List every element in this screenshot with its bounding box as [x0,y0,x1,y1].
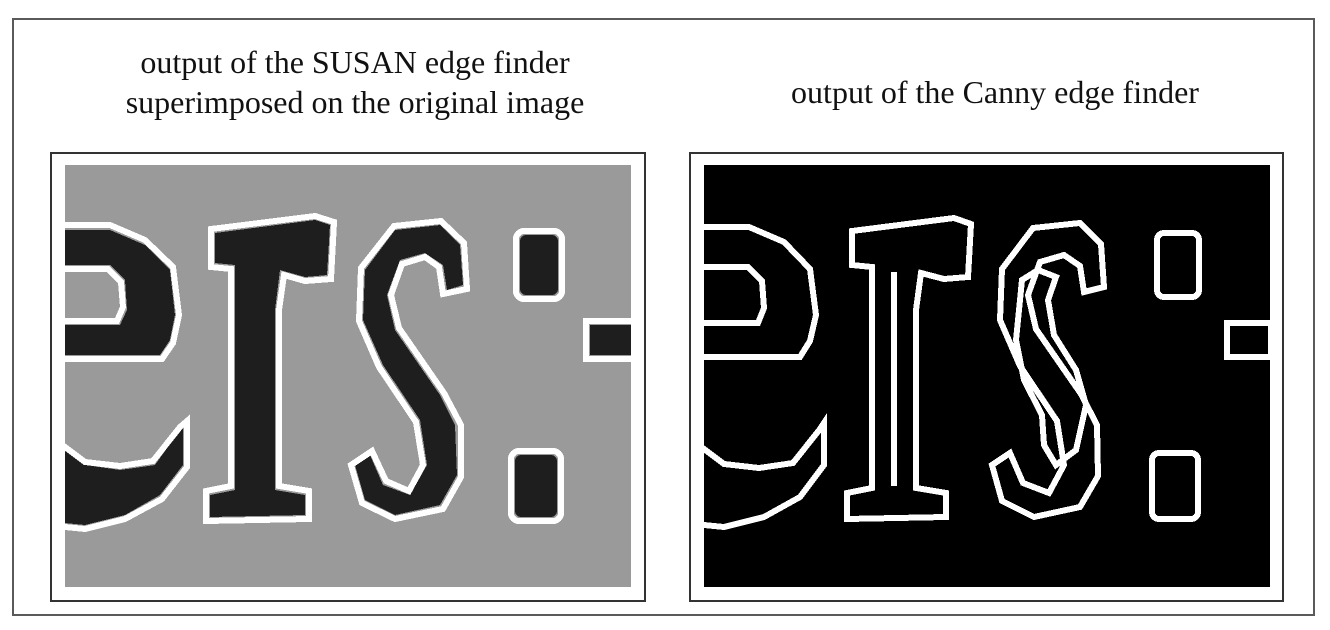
canny-edge-image [704,165,1270,587]
susan-caption-line2: superimposed on the original image [125,84,585,120]
canny-caption: output of the Canny edge finder [791,74,1199,110]
susan-caption: output of the SUSAN edge finder superimp… [40,42,670,122]
susan-caption-line1: output of the SUSAN edge finder [140,44,570,80]
susan-edge-image [65,165,631,587]
